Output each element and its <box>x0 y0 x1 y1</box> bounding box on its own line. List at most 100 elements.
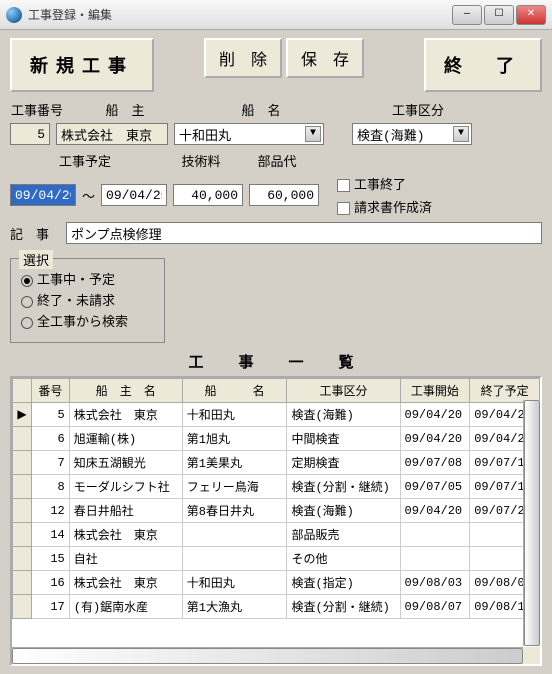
cell-ship: 第1旭丸 <box>182 427 287 451</box>
row-indicator <box>13 475 32 499</box>
cell-owner: 株式会社 東京 <box>69 571 182 595</box>
cell-ship <box>182 523 287 547</box>
delete-button[interactable]: 削 除 <box>204 38 282 78</box>
cell-type: 定期検査 <box>287 451 400 475</box>
col-end[interactable]: 終了予定 <box>470 379 540 403</box>
table-row[interactable]: 16株式会社 東京十和田丸検査(指定)09/08/0309/08/05 <box>13 571 540 595</box>
cell-start <box>400 523 470 547</box>
minimize-button[interactable]: — <box>452 5 482 25</box>
schedule-label: 工事予定 <box>10 151 160 170</box>
cell-no: 15 <box>32 547 70 571</box>
exit-button[interactable]: 終 了 <box>424 38 542 92</box>
ship-label: 船 名 <box>241 100 280 119</box>
maximize-button[interactable]: ☐ <box>484 5 514 25</box>
table-row[interactable]: 8モーダルシフト社フェリー鳥海検査(分割・継続)09/07/0509/07/14 <box>13 475 540 499</box>
scrollbar-horizontal[interactable] <box>12 647 523 664</box>
no-field[interactable] <box>10 123 50 145</box>
table-row[interactable]: ▶5株式会社 東京十和田丸検査(海難)09/04/2009/04/25 <box>13 403 540 427</box>
cell-type: 部品販売 <box>287 523 400 547</box>
filter-legend: 選択 <box>19 250 53 269</box>
finish-label: 工事終了 <box>354 178 406 193</box>
owner-field[interactable] <box>56 123 168 145</box>
no-label: 工事番号 <box>11 100 63 119</box>
cell-owner: 株式会社 東京 <box>69 523 182 547</box>
row-indicator <box>13 427 32 451</box>
radio-icon <box>21 317 33 329</box>
table-row[interactable]: 12春日井船社第8春日井丸検査(海難)09/04/2009/07/21 <box>13 499 540 523</box>
cell-type: 検査(分割・継続) <box>287 475 400 499</box>
tech-field[interactable] <box>173 184 243 206</box>
cell-no: 16 <box>32 571 70 595</box>
finish-check-row[interactable]: 工事終了 <box>337 174 432 193</box>
row-indicator <box>13 451 32 475</box>
filter-opt2[interactable]: 終了・未請求 <box>21 290 154 309</box>
table-row[interactable]: 15自社 その他 <box>13 547 540 571</box>
close-button[interactable]: ✕ <box>516 5 546 25</box>
memo-field[interactable] <box>66 222 542 244</box>
cell-start: 09/04/20 <box>400 499 470 523</box>
cell-no: 7 <box>32 451 70 475</box>
cell-ship: 十和田丸 <box>182 403 287 427</box>
row-indicator <box>13 595 32 619</box>
cell-type: 検査(海難) <box>287 499 400 523</box>
col-no[interactable]: 番号 <box>32 379 70 403</box>
type-select[interactable]: 検査(海難) ▼ <box>352 123 472 145</box>
ship-value: 十和田丸 <box>179 125 231 144</box>
memo-label: 記 事 <box>10 224 60 243</box>
radio-icon <box>21 275 33 287</box>
cell-owner: (有)鋸南水産 <box>69 595 182 619</box>
table-row[interactable]: 14株式会社 東京部品販売 <box>13 523 540 547</box>
invoice-check-row[interactable]: 請求書作成済 <box>337 197 432 216</box>
titlebar: 工事登録・編集 — ☐ ✕ <box>0 0 552 30</box>
chevron-down-icon: ▼ <box>453 126 469 142</box>
cell-owner: 自社 <box>69 547 182 571</box>
parts-label: 部品代 <box>242 151 312 170</box>
cell-start: 09/08/07 <box>400 595 470 619</box>
filter-group: 選択 工事中・予定 終了・未請求 全工事から検索 <box>10 258 165 343</box>
col-type[interactable]: 工事区分 <box>287 379 400 403</box>
cell-type: 検査(分割・継続) <box>287 595 400 619</box>
owner-label: 船 主 <box>105 100 144 119</box>
cell-ship: 第1大漁丸 <box>182 595 287 619</box>
cell-no: 5 <box>32 403 70 427</box>
col-start[interactable]: 工事開始 <box>400 379 470 403</box>
scroll-corner <box>523 647 540 664</box>
cell-start: 09/04/20 <box>400 427 470 451</box>
job-grid[interactable]: 番号 船 主 名 船 名 工事区分 工事開始 終了予定 ▶5株式会社 東京十和田… <box>10 376 542 666</box>
date-to-field[interactable] <box>101 184 167 206</box>
cell-owner: 株式会社 東京 <box>69 403 182 427</box>
date-sep: ～ <box>82 186 95 205</box>
row-indicator <box>13 499 32 523</box>
cell-no: 8 <box>32 475 70 499</box>
ship-select[interactable]: 十和田丸 ▼ <box>174 123 324 145</box>
table-row[interactable]: 6旭運輸(株)第1旭丸中間検査09/04/2009/04/26 <box>13 427 540 451</box>
parts-field[interactable] <box>249 184 319 206</box>
new-button[interactable]: 新規工事 <box>10 38 154 92</box>
list-title: 工 事 一 覧 <box>10 351 542 372</box>
save-button[interactable]: 保 存 <box>286 38 364 78</box>
filter-opt1[interactable]: 工事中・予定 <box>21 269 154 288</box>
cell-owner: 旭運輸(株) <box>69 427 182 451</box>
col-owner[interactable]: 船 主 名 <box>69 379 182 403</box>
invoice-label: 請求書作成済 <box>354 201 432 216</box>
cell-type: 検査(海難) <box>287 403 400 427</box>
app-icon <box>6 7 22 23</box>
scrollbar-vertical[interactable] <box>523 400 540 646</box>
radio-icon <box>21 296 33 308</box>
cell-type: 検査(指定) <box>287 571 400 595</box>
type-label: 工事区分 <box>392 100 444 119</box>
table-row[interactable]: 7知床五湖観光第1美果丸定期検査09/07/0809/07/16 <box>13 451 540 475</box>
filter-opt3[interactable]: 全工事から検索 <box>21 311 154 330</box>
chevron-down-icon: ▼ <box>305 126 321 142</box>
col-ship[interactable]: 船 名 <box>182 379 287 403</box>
cell-start: 09/07/05 <box>400 475 470 499</box>
cell-type: その他 <box>287 547 400 571</box>
checkbox-icon <box>337 202 350 215</box>
table-row[interactable]: 17(有)鋸南水産第1大漁丸検査(分割・継続)09/08/0709/08/11 <box>13 595 540 619</box>
row-indicator <box>13 523 32 547</box>
cell-type: 中間検査 <box>287 427 400 451</box>
cell-owner: 知床五湖観光 <box>69 451 182 475</box>
cell-start: 09/07/08 <box>400 451 470 475</box>
date-from-field[interactable] <box>10 184 76 206</box>
window-title: 工事登録・編集 <box>28 6 452 23</box>
